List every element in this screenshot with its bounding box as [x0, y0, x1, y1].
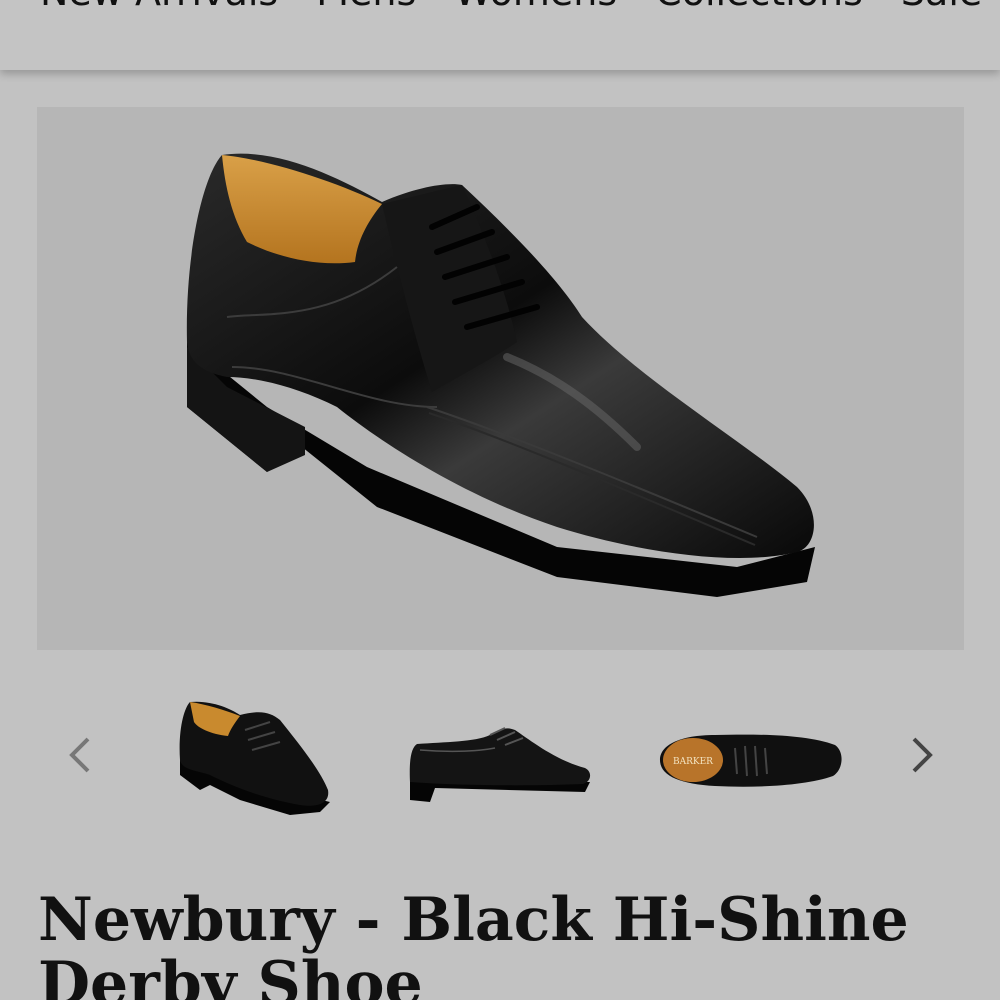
product-page: New Arrivals Mens Womens Collections Sal… [0, 0, 1000, 1000]
chevron-right-icon[interactable] [900, 735, 940, 775]
thumbnail-carousel: BARKER [0, 680, 1000, 830]
nav-item-mens[interactable]: Mens [316, 0, 416, 14]
thumbnail-1[interactable] [170, 690, 360, 820]
shoe-thumbnail-angle [179, 701, 330, 815]
product-main-image[interactable] [37, 107, 964, 650]
thumbnail-3[interactable]: BARKER [655, 690, 845, 820]
nav-item-collections[interactable]: Collections [655, 0, 863, 14]
nav-item-new-arrivals[interactable]: New Arrivals [40, 0, 278, 14]
shoe-thumbnail-profile [409, 727, 591, 802]
chevron-left-icon[interactable] [62, 735, 102, 775]
brand-logo-text: BARKER [673, 757, 713, 767]
nav-item-sale[interactable]: Sale [901, 0, 982, 14]
nav-menu: New Arrivals Mens Womens Collections Sal… [40, 0, 982, 14]
nav-item-womens[interactable]: Womens [454, 0, 617, 14]
product-title: Newbury - Black Hi-Shine Derby Shoe [38, 885, 909, 1000]
top-navigation: New Arrivals Mens Womens Collections Sal… [0, 0, 1000, 70]
thumbnail-2[interactable] [405, 690, 595, 820]
shoe-illustration [186, 153, 815, 597]
shoe-thumbnail-top: BARKER [660, 734, 842, 787]
